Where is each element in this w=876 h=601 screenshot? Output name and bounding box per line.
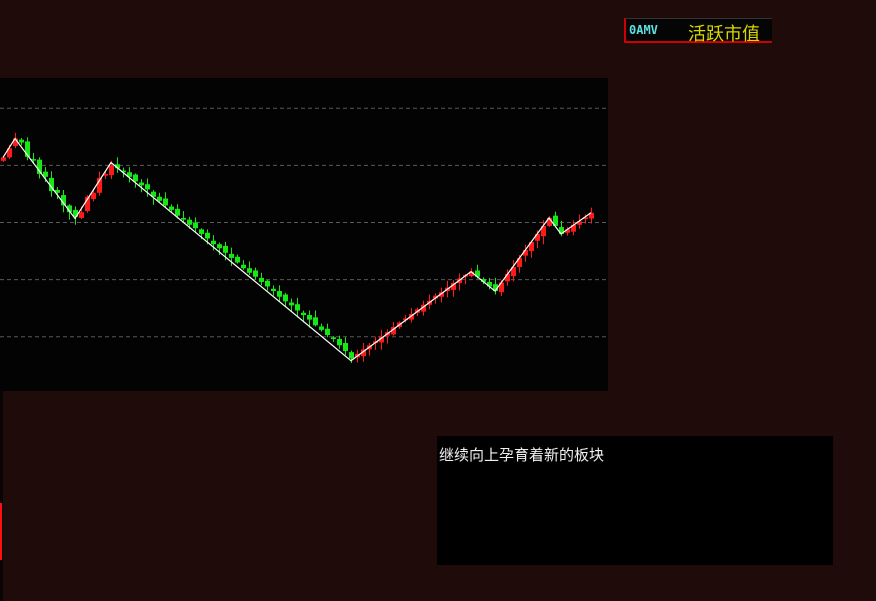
candle-body	[187, 219, 192, 225]
candle-body	[133, 174, 138, 182]
candle-body	[265, 280, 270, 287]
zigzag-line	[2, 137, 592, 362]
candle-body	[79, 212, 84, 218]
candle-body	[301, 312, 306, 316]
candle-body	[145, 184, 150, 190]
candle-body	[139, 182, 144, 186]
candle-body	[19, 139, 24, 143]
candle-body	[343, 343, 348, 352]
candle-body	[91, 192, 96, 200]
candle-body	[157, 196, 162, 201]
candle-body	[163, 198, 168, 206]
candle-body	[247, 268, 252, 273]
candle-body	[259, 277, 264, 282]
candle-body	[289, 302, 294, 306]
candle-body	[283, 294, 288, 302]
candle-body	[313, 317, 318, 326]
chart-svg	[0, 107, 608, 364]
candle-body	[349, 352, 354, 359]
indicator-code: 0AMV	[629, 23, 658, 37]
note-text: 继续向上孕育着新的板块	[439, 446, 605, 464]
candle-body	[241, 264, 246, 269]
candle-body	[277, 291, 282, 297]
candle-body	[223, 245, 228, 253]
candle-body	[205, 232, 210, 239]
candle-body	[235, 256, 240, 263]
note-panel: 继续向上孕育着新的板块	[437, 436, 833, 565]
candle-body	[181, 217, 186, 220]
indicator-legend[interactable]: 0AMV 活跃市值	[624, 18, 772, 45]
candle-body	[331, 337, 336, 340]
candle-body	[295, 304, 300, 311]
candle-body	[229, 253, 234, 258]
candle-body	[211, 240, 216, 245]
candle-body	[217, 244, 222, 249]
left-edge	[0, 391, 3, 601]
candle-body	[1, 157, 6, 161]
candle-body	[175, 208, 180, 216]
candle-body	[199, 229, 204, 234]
candle-body	[193, 222, 198, 229]
indicator-name: 活跃市值	[688, 24, 760, 45]
candle-body	[253, 270, 258, 277]
candle-body	[325, 328, 330, 336]
candle-body	[337, 339, 342, 346]
left-indicator-bar	[0, 503, 2, 560]
candle-body	[307, 315, 312, 320]
candlestick-chart[interactable]	[0, 78, 608, 391]
candle-body	[319, 326, 324, 330]
candle-body	[169, 206, 174, 210]
candle-body	[271, 288, 276, 292]
candle-body	[109, 165, 114, 176]
